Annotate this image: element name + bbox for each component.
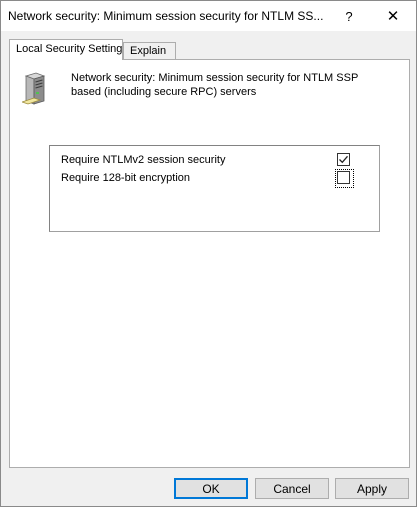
ok-button[interactable]: OK	[174, 478, 248, 499]
title-bar[interactable]: Network security: Minimum session securi…	[1, 1, 416, 31]
check-icon	[339, 155, 348, 164]
option-label: Require NTLMv2 session security	[61, 154, 226, 166]
apply-button[interactable]: Apply	[335, 478, 409, 499]
tab-panel: Network security: Minimum session securi…	[9, 59, 410, 468]
server-icon	[22, 72, 46, 105]
close-button[interactable]: ✕	[370, 1, 416, 31]
tab-label: Local Security Setting	[16, 43, 123, 55]
cancel-button[interactable]: Cancel	[255, 478, 329, 499]
help-icon: ?	[345, 8, 353, 24]
ntlmv2-checkbox[interactable]	[337, 153, 350, 166]
option-row-128bit[interactable]: Require 128-bit encryption	[50, 169, 379, 188]
option-row-ntlmv2[interactable]: Require NTLMv2 session security	[50, 152, 379, 169]
128bit-checkbox[interactable]	[335, 169, 354, 188]
help-button[interactable]: ?	[326, 1, 372, 31]
window-title: Network security: Minimum session securi…	[8, 9, 324, 23]
tab-explain[interactable]: Explain	[123, 42, 176, 60]
security-policy-dialog: Network security: Minimum session securi…	[0, 0, 417, 507]
tab-label: Explain	[130, 45, 167, 57]
option-label: Require 128-bit encryption	[61, 172, 191, 184]
tab-local-security-setting[interactable]: Local Security Setting	[9, 39, 123, 60]
options-list: Require NTLMv2 session security Require …	[49, 145, 380, 232]
close-icon: ✕	[386, 8, 400, 25]
policy-name: Network security: Minimum session securi…	[71, 72, 359, 98]
